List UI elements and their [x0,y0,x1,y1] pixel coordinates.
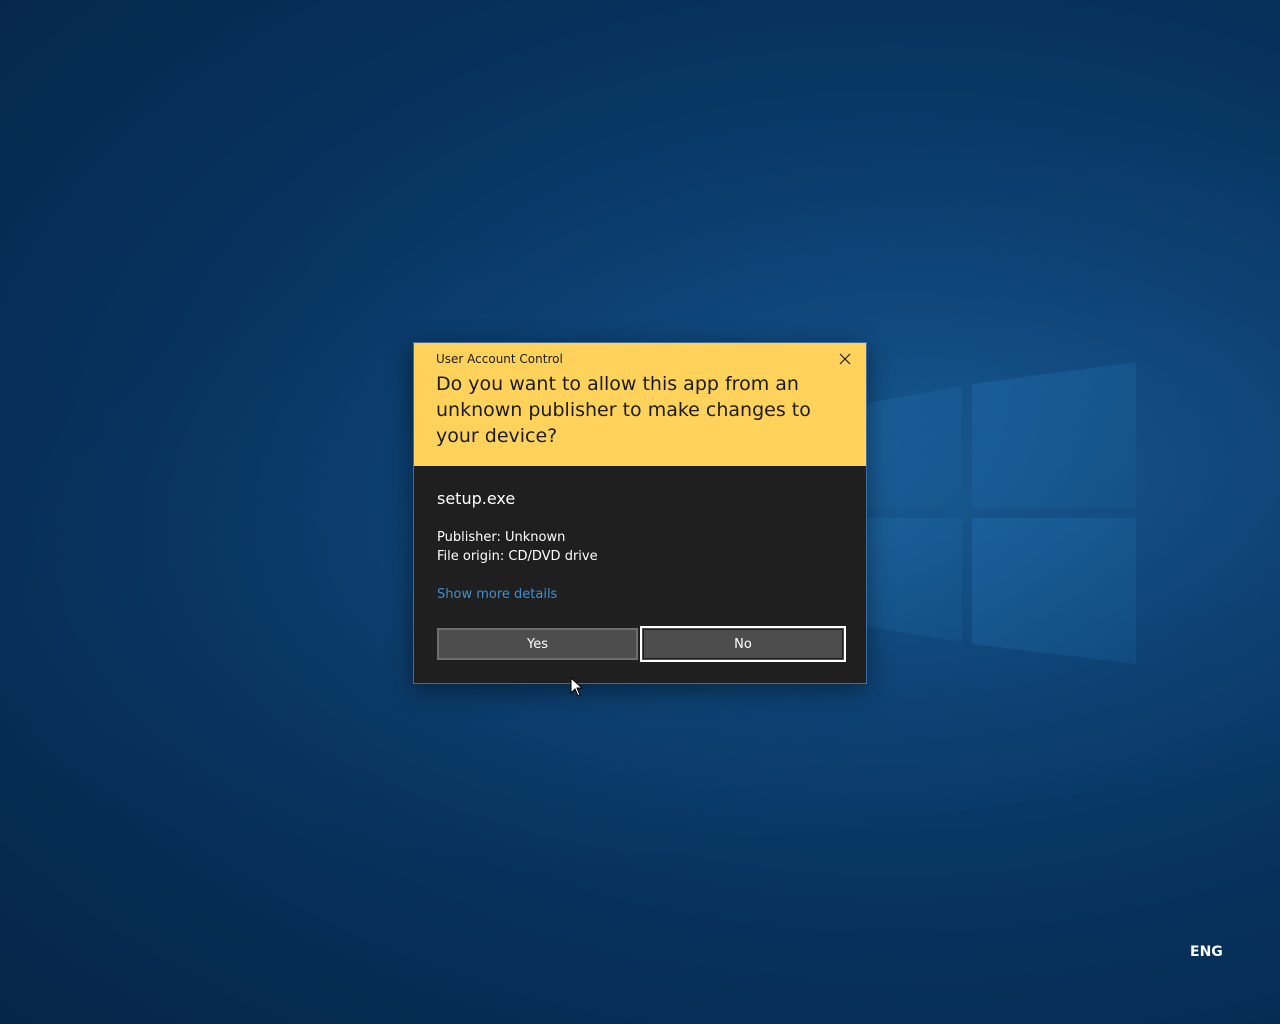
yes-button[interactable]: Yes [437,628,638,660]
show-more-details-link[interactable]: Show more details [437,586,557,604]
dialog-question: Do you want to allow this app from an un… [436,373,811,447]
uac-dialog: User Account Control Do you want to allo… [413,342,867,684]
no-button[interactable]: No [640,626,846,662]
file-origin-text: File origin: CD/DVD drive [437,549,598,564]
publisher-text: Publisher: Unknown [437,530,566,545]
windows-logo [830,362,1136,664]
dialog-buttons: Yes No [437,626,847,662]
uac-header: User Account Control Do you want to allo… [414,343,866,466]
app-name: setup.exe [437,489,516,508]
close-button[interactable] [834,349,856,369]
uac-body: setup.exe Publisher: Unknown File origin… [414,466,866,604]
app-meta: Publisher: Unknown File origin: CD/DVD d… [437,528,844,566]
language-indicator[interactable]: ENG [1190,944,1223,960]
close-icon [839,353,851,365]
dialog-title: User Account Control [436,352,563,366]
